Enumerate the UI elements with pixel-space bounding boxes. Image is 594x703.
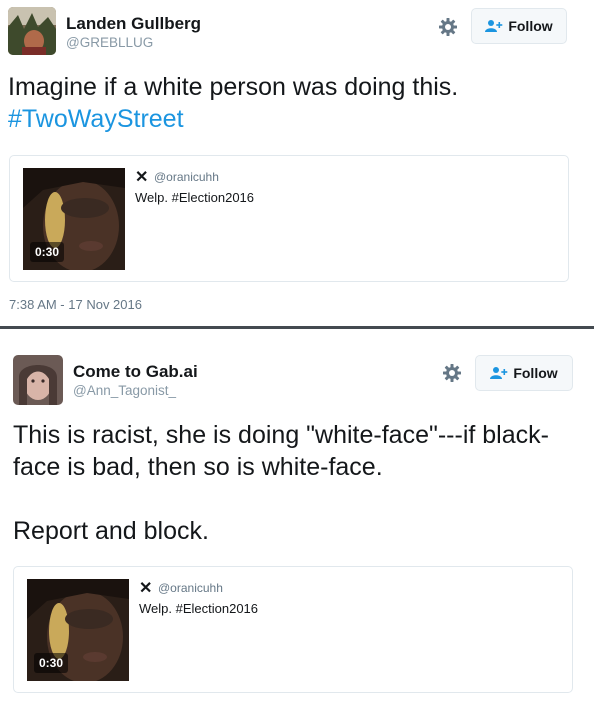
video-thumbnail[interactable]: 0:30 [27,579,129,681]
video-thumbnail[interactable]: 0:30 [23,168,125,270]
timestamp[interactable]: 7:38 AM - 17 Nov 2016 [9,297,142,312]
add-user-icon [490,366,508,380]
tweet-text: Imagine if a white person was doing this… [8,71,578,135]
display-name[interactable]: Landen Gullberg [66,14,201,34]
close-icon[interactable]: ✕ [135,167,148,187]
quoted-text: Welp. #Election2016 [135,190,255,205]
handle[interactable]: @Ann_Tagonist_ [73,383,176,398]
quoted-tweet[interactable]: 0:30 ✕ @oranicuhh Welp. #Election2016 [9,155,569,282]
quoted-handle[interactable]: @oranicuhh [154,170,219,184]
tweet-text-line: Imagine if a white person was doing this… [8,73,459,101]
tweet-1: Landen Gullberg @GREBLLUG Follow Imagine… [0,0,594,326]
gear-icon[interactable] [442,363,462,383]
tweet-text: This is racist, she is doing "white-face… [13,419,583,547]
follow-button[interactable]: Follow [471,8,567,44]
avatar[interactable] [8,7,56,55]
tweet-text-line: This is racist, she is doing "white-face… [13,421,549,449]
follow-button[interactable]: Follow [475,355,573,391]
follow-label: Follow [508,18,553,34]
hashtag-link[interactable]: #TwoWayStreet [8,105,184,133]
display-name[interactable]: Come to Gab.ai [73,362,198,382]
quoted-tweet[interactable]: 0:30 ✕ @oranicuhh Welp. #Election2016 [13,566,573,693]
add-user-icon [485,19,503,33]
handle[interactable]: @GREBLLUG [66,35,153,50]
tweet-text-line: Report and block. [13,517,209,545]
follow-label: Follow [513,365,558,381]
close-icon[interactable]: ✕ [139,578,152,598]
quoted-handle[interactable]: @oranicuhh [158,581,223,595]
tweet-text-line: face is bad, then so is white-face. [13,453,383,481]
gear-icon[interactable] [438,17,458,37]
tweet-2: Come to Gab.ai @Ann_Tagonist_ Follow Thi… [0,329,594,703]
avatar[interactable] [13,355,63,405]
video-duration: 0:30 [30,242,65,262]
quoted-text: Welp. #Election2016 [139,601,259,616]
video-duration: 0:30 [34,653,69,673]
